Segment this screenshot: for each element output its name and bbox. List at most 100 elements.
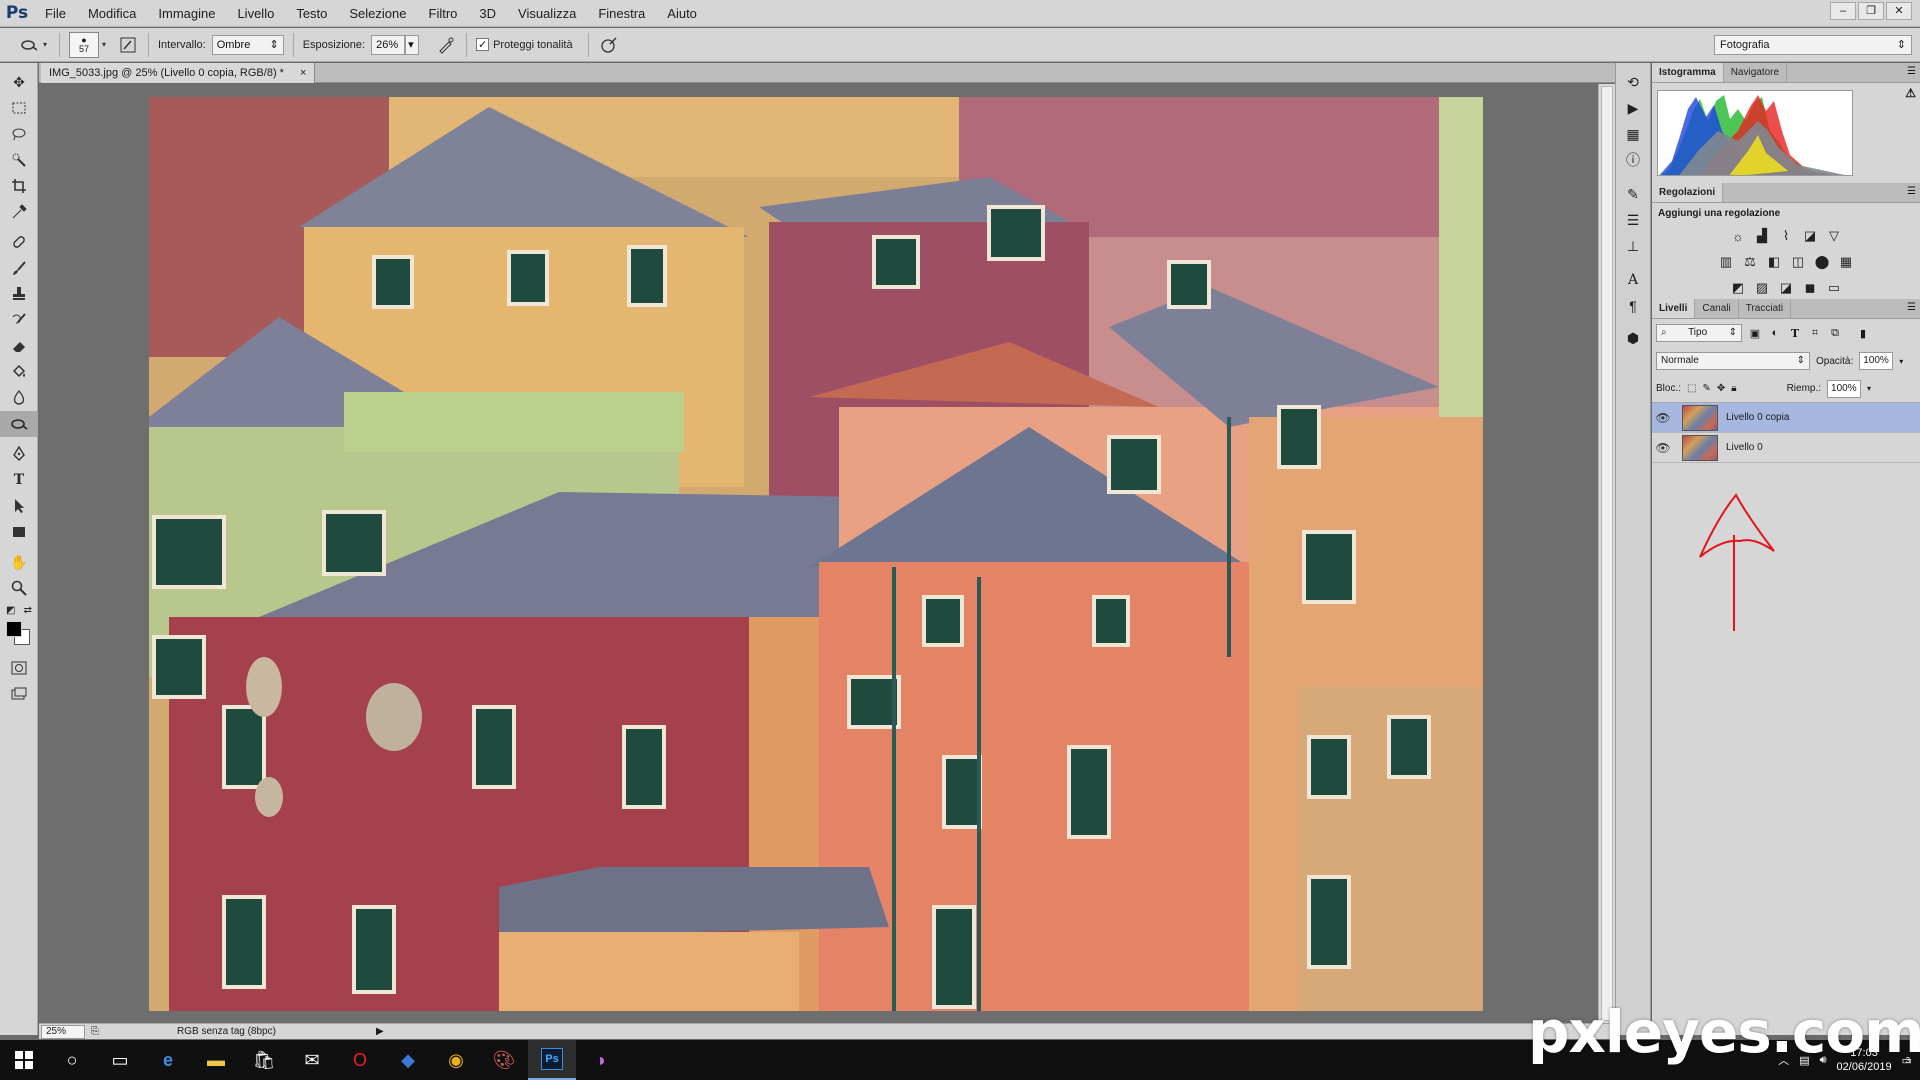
lasso-tool-icon[interactable] [0, 121, 38, 147]
eraser-tool-icon[interactable] [0, 333, 38, 359]
channel-mixer-icon[interactable]: ▦ [1836, 252, 1856, 272]
path-selection-tool-icon[interactable] [0, 493, 38, 519]
blend-mode-select[interactable]: Normale ⇕ [1656, 352, 1810, 370]
outlook-icon[interactable]: ◆ [384, 1040, 432, 1080]
menu-filtro[interactable]: Filtro [418, 0, 469, 27]
gradient-triangle-icon[interactable]: ▽ [1824, 226, 1844, 246]
layer-row[interactable]: 👁︎ Livello 0 copia [1652, 403, 1920, 433]
pressure-size-icon[interactable] [598, 34, 620, 56]
menu-selezione[interactable]: Selezione [338, 0, 417, 27]
paint-bucket-tool-icon[interactable] [0, 359, 38, 385]
clone-stamp-tool-icon[interactable] [0, 281, 38, 307]
marquee-tool-icon[interactable] [0, 95, 38, 121]
brightness-contrast-icon[interactable]: ☼ [1728, 226, 1748, 246]
canvas-area[interactable] [39, 84, 1598, 1023]
export-icon[interactable]: ⎘ [91, 1026, 99, 1037]
chevron-down-icon[interactable]: ▾ [1867, 384, 1871, 393]
lock-pixels-icon[interactable]: ✎ [1702, 383, 1710, 394]
move-tool-icon[interactable]: ✥ [0, 69, 38, 95]
burn-tool-icon[interactable] [0, 411, 38, 437]
brush-tool-icon[interactable] [0, 255, 38, 281]
visibility-eye-icon[interactable]: 👁︎ [1652, 411, 1674, 425]
airbrush-icon[interactable] [435, 34, 457, 56]
tab-navigator[interactable]: Navigatore [1724, 63, 1788, 82]
menu-file[interactable]: File [34, 0, 77, 27]
menu-finestra[interactable]: Finestra [587, 0, 656, 27]
history-panel-icon[interactable]: ⟲ [1616, 69, 1650, 95]
panel-menu-icon[interactable]: ☰ [1907, 66, 1916, 77]
menu-3d[interactable]: 3D [468, 0, 507, 27]
lock-transparent-icon[interactable]: ⬚ [1687, 383, 1696, 394]
foreground-color-swatch[interactable] [6, 621, 22, 637]
tab-paths[interactable]: Tracciati [1739, 299, 1792, 318]
tab-channels[interactable]: Canali [1695, 299, 1739, 318]
minimize-button[interactable]: – [1830, 2, 1856, 20]
file-explorer-icon[interactable]: ▬ [192, 1040, 240, 1080]
swatches-panel-icon[interactable]: ▦ [1616, 121, 1650, 147]
protect-tones-checkbox[interactable]: ✓ [476, 38, 490, 51]
panel-menu-icon[interactable]: ☰ [1907, 302, 1916, 313]
mail-icon[interactable]: ✉ [288, 1040, 336, 1080]
photo-filter-icon[interactable]: ⬤ [1812, 252, 1832, 272]
visibility-eye-icon[interactable]: 👁︎ [1652, 441, 1674, 455]
color-balance-icon[interactable]: ◧ [1764, 252, 1784, 272]
windows-start-icon[interactable] [0, 1040, 48, 1080]
restore-button[interactable]: ❐ [1858, 2, 1884, 20]
exposure-slider-toggle[interactable]: ▾ [405, 34, 420, 55]
menu-modifica[interactable]: Modifica [77, 0, 147, 27]
filter-adjustment-icon[interactable]: ◐ [1768, 326, 1782, 340]
hand-tool-icon[interactable]: ✋ [0, 549, 38, 575]
curves-icon[interactable]: ⌇ [1776, 226, 1796, 246]
menu-visualizza[interactable]: Visualizza [507, 0, 587, 27]
store-icon[interactable]: 🛍︎ [240, 1040, 288, 1080]
color-wheel-app-icon[interactable]: ◑ [576, 1040, 624, 1080]
document-tab[interactable]: IMG_5033.jpg @ 25% (Livello 0 copia, RGB… [41, 63, 316, 83]
close-button[interactable]: ✕ [1886, 2, 1912, 20]
cache-warning-icon[interactable]: ⚠ [1905, 86, 1916, 100]
menu-livello[interactable]: Livello [226, 0, 285, 27]
brush-panel-toggle-icon[interactable] [117, 34, 139, 56]
layer-name[interactable]: Livello 0 copia [1726, 412, 1789, 423]
range-select[interactable]: Ombre ⇕ [211, 34, 284, 55]
burn-tool-preset-icon[interactable] [18, 34, 40, 56]
quick-mask-icon[interactable] [0, 655, 38, 681]
opacity-input[interactable]: 100% [1859, 352, 1894, 370]
black-white-icon[interactable]: ◫ [1788, 252, 1808, 272]
zoom-level-input[interactable]: 25% [41, 1024, 85, 1039]
filter-smart-object-icon[interactable]: ⧉ [1828, 326, 1842, 340]
brush-presets-icon[interactable]: ✎ [1616, 181, 1650, 207]
panel-menu-icon[interactable]: ☰ [1907, 186, 1916, 197]
arrow-right-icon[interactable]: ▶ [376, 1026, 384, 1037]
quick-selection-tool-icon[interactable] [0, 147, 38, 173]
blur-tool-icon[interactable] [0, 385, 38, 411]
cortana-search-icon[interactable]: ○ [48, 1040, 96, 1080]
document-canvas[interactable] [149, 97, 1483, 1011]
hue-saturation-icon[interactable]: ⚖ [1740, 252, 1760, 272]
filter-toggle-icon[interactable]: ▮ [1856, 326, 1870, 340]
vertical-scrollbar[interactable] [1598, 84, 1615, 1023]
color-swap-icon[interactable]: ◩ ⇄ [0, 601, 38, 619]
brush-settings-icon[interactable]: ☰ [1616, 207, 1650, 233]
layer-filter-kind-select[interactable]: ⌕ Tipo ⇕ [1656, 324, 1742, 342]
layer-row[interactable]: 👁︎ Livello 0 [1652, 433, 1920, 463]
photoshop-taskbar-icon[interactable]: Ps [528, 1040, 576, 1080]
tab-adjustments[interactable]: Regolazioni [1652, 183, 1724, 202]
invert-icon[interactable]: ◩ [1728, 278, 1748, 298]
screen-mode-icon[interactable] [0, 681, 38, 707]
actions-panel-icon[interactable]: ▶ [1616, 95, 1650, 121]
task-view-icon[interactable]: ▭ [96, 1040, 144, 1080]
swap-colors-icon[interactable]: ⇄ [24, 605, 32, 616]
filter-type-icon[interactable]: T [1788, 326, 1802, 340]
layer-name[interactable]: Livello 0 [1726, 442, 1763, 453]
crop-tool-icon[interactable] [0, 173, 38, 199]
fill-input[interactable]: 100% [1827, 379, 1862, 398]
menu-testo[interactable]: Testo [285, 0, 338, 27]
tab-histogram[interactable]: Istogramma [1652, 63, 1724, 82]
opera-browser-icon[interactable]: O [336, 1040, 384, 1080]
levels-icon[interactable]: ▟ [1752, 226, 1772, 246]
menu-aiuto[interactable]: Aiuto [656, 0, 708, 27]
chrome-browser-icon[interactable]: ◉ [432, 1040, 480, 1080]
exposure-icon[interactable]: ◪ [1800, 226, 1820, 246]
tab-layers[interactable]: Livelli [1652, 299, 1696, 318]
close-tab-icon[interactable]: × [300, 63, 306, 83]
